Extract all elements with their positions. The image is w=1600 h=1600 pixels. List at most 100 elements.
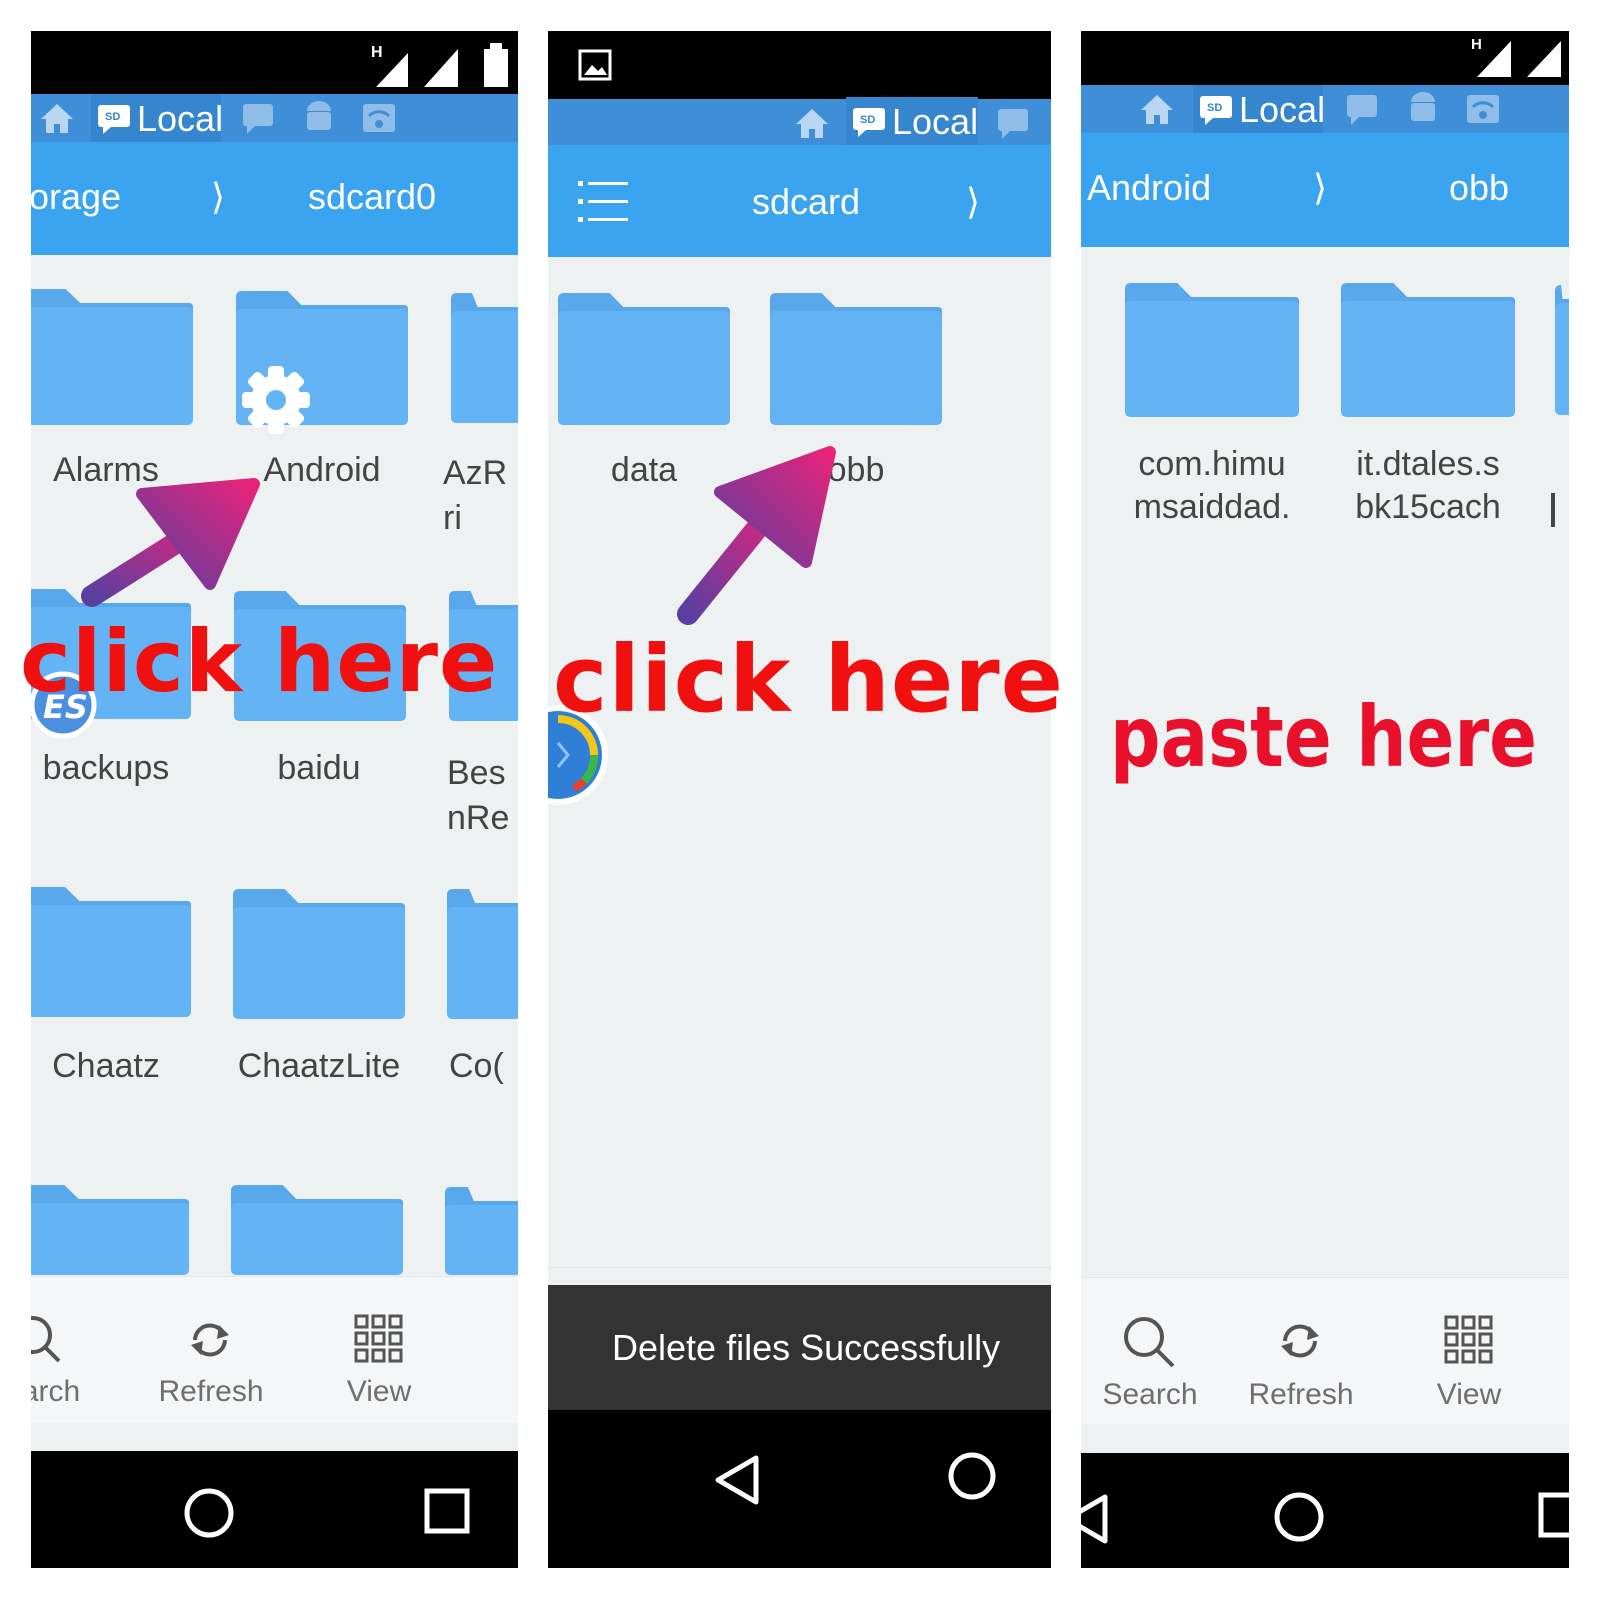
screen-panel-3: H SD Local Android ⟩ obb com.himu msaidd… [1081, 31, 1569, 1568]
folder-partial-icon[interactable] [1555, 285, 1569, 415]
home-nav-icon[interactable] [1271, 1489, 1327, 1545]
sd-card-icon[interactable] [1345, 93, 1381, 127]
view-label[interactable]: View [331, 1375, 427, 1409]
folder-label-obb: obb [827, 451, 885, 489]
image-notification-icon [578, 49, 612, 81]
path-bar: sdcard ⟩ [548, 145, 1051, 257]
folder-azr-icon[interactable] [451, 293, 518, 423]
network-icon[interactable] [359, 98, 399, 138]
folder-com-himu-icon[interactable] [1125, 283, 1299, 417]
folder-label-chaatzlite: ChaatzLite [237, 1047, 401, 1085]
breadcrumb-separator: ⟩ [1313, 167, 1328, 208]
sd-card-icon[interactable] [996, 107, 1032, 141]
folder-chaatzlite-icon[interactable] [233, 889, 405, 1019]
folder-obb-icon[interactable] [770, 293, 942, 425]
search-label[interactable]: arch [31, 1375, 91, 1409]
tab-local-label: Local [137, 98, 224, 139]
storage-tabs: SD Local [548, 97, 1051, 147]
storage-tabs: SD Local [1081, 85, 1569, 135]
svg-text:H: H [1471, 36, 1482, 53]
toolbar-edge [548, 1267, 1051, 1286]
search-icon[interactable] [1121, 1314, 1179, 1372]
gear-icon[interactable] [237, 361, 315, 439]
breadcrumb-obb[interactable]: obb [1449, 167, 1509, 209]
svg-text:SD: SD [1207, 102, 1222, 114]
sd-card-icon[interactable] [241, 102, 277, 136]
folder-row4-c-icon[interactable] [445, 1187, 518, 1275]
refresh-label[interactable]: Refresh [141, 1375, 281, 1409]
home-icon[interactable] [39, 100, 75, 136]
view-label[interactable]: View [1421, 1378, 1517, 1412]
svg-text:H: H [371, 44, 383, 61]
folder-row4-b-icon[interactable] [231, 1185, 403, 1275]
folder-label-it-dtales: it.dtales.s bk15cach [1355, 445, 1501, 526]
tab-local[interactable]: SD Local [846, 97, 978, 147]
svg-text:SD: SD [105, 111, 120, 123]
search-label[interactable]: Search [1085, 1378, 1215, 1412]
tab-local[interactable]: SD Local [1193, 85, 1326, 135]
network-icon[interactable] [1463, 89, 1503, 129]
folder-chaatz-icon[interactable] [31, 887, 191, 1017]
navigation-bar [548, 1410, 1051, 1568]
tab-local-label: Local [892, 101, 979, 142]
menu-icon[interactable] [578, 179, 630, 225]
folder-label-co: Co( [449, 1047, 504, 1085]
folder-label-android: Android [263, 451, 381, 489]
breadcrumb-sdcard0[interactable]: sdcard0 [308, 176, 436, 218]
callout-click-here-1: click here [20, 612, 499, 712]
breadcrumb-sdcard[interactable]: sdcard [752, 181, 860, 223]
grid-view-icon[interactable] [353, 1313, 405, 1365]
status-bar [548, 31, 1051, 99]
folder-label-com-himu: com.himu msaiddad. [1133, 445, 1291, 526]
storage-tabs: SD Local [31, 94, 518, 144]
folder-label-alarms: Alarms [53, 451, 159, 489]
sd-card-icon: SD [1200, 96, 1232, 125]
home-nav-icon[interactable] [181, 1485, 237, 1541]
sd-card-icon: SD [98, 105, 130, 134]
recents-nav-icon[interactable] [423, 1487, 473, 1537]
folder-label-baidu: baidu [277, 749, 361, 787]
grid-view-icon[interactable] [1443, 1314, 1495, 1366]
signal-icons: H [1471, 36, 1561, 77]
folder-data-icon[interactable] [558, 293, 730, 425]
home-nav-icon[interactable] [946, 1450, 998, 1502]
status-bar: H [31, 31, 518, 94]
folder-it-dtales-icon[interactable] [1341, 283, 1515, 417]
breadcrumb-separator: ⟩ [211, 176, 226, 217]
toast-message: Delete files Successfully [548, 1285, 1051, 1410]
home-icon[interactable] [794, 105, 830, 141]
tab-local[interactable]: SD Local [91, 94, 224, 144]
svg-text:SD: SD [860, 114, 875, 126]
breadcrumb-separator: ⟩ [966, 181, 981, 222]
folder-row4-a-icon[interactable] [31, 1185, 189, 1275]
refresh-icon[interactable] [1273, 1314, 1327, 1368]
folder-alarms-icon[interactable] [31, 289, 193, 425]
search-icon[interactable] [31, 1313, 67, 1369]
refresh-icon[interactable] [183, 1313, 237, 1367]
folder-label-data: data [610, 451, 678, 489]
folder-co-icon[interactable] [447, 889, 518, 1019]
bottom-toolbar: Search Refresh View [1081, 1277, 1569, 1424]
tab-local-label: Local [1239, 89, 1326, 130]
back-nav-icon[interactable] [712, 1452, 762, 1508]
callout-paste-here: paste here [1110, 688, 1538, 786]
folder-label-chaatz: Chaatz [52, 1047, 160, 1085]
navigation-bar [31, 1451, 518, 1568]
path-bar: orage ⟩ sdcard0 [31, 142, 518, 255]
android-icon[interactable] [1405, 91, 1441, 127]
path-bar: Android ⟩ obb [1081, 133, 1569, 247]
folder-label-backups: backups [42, 749, 170, 787]
refresh-label[interactable]: Refresh [1231, 1378, 1371, 1412]
breadcrumb-storage[interactable]: orage [31, 176, 121, 218]
bottom-toolbar: arch Refresh View [31, 1276, 518, 1423]
toast-text: Delete files Successfully [612, 1327, 1001, 1368]
recents-nav-icon[interactable] [1537, 1491, 1569, 1541]
sd-card-icon: SD [853, 108, 885, 137]
breadcrumb-android[interactable]: Android [1087, 167, 1211, 209]
back-nav-icon[interactable] [1081, 1491, 1111, 1547]
partial-label [1551, 493, 1555, 527]
signal-icons: H [371, 43, 508, 87]
android-icon[interactable] [301, 100, 337, 136]
home-icon[interactable] [1139, 91, 1175, 127]
screen-panel-1: H SD Local orage ⟩ sdcard0 Alarms Androi… [31, 31, 518, 1568]
